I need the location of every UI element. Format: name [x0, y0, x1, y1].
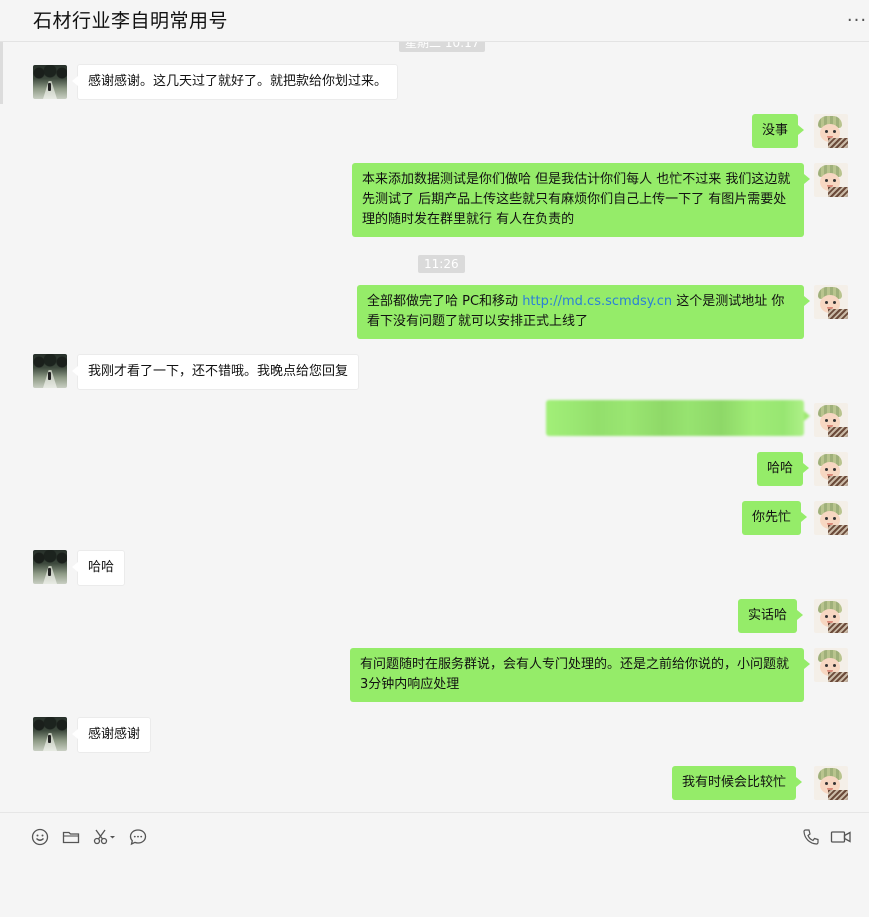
- my-avatar[interactable]: [814, 163, 848, 197]
- message-text: 全部都做完了哈 PC和移动: [367, 294, 523, 309]
- my-avatar[interactable]: [814, 285, 848, 319]
- friend-avatar[interactable]: [33, 65, 67, 99]
- message-bubble-me[interactable]: 全部都做完了哈 PC和移动 http://md.cs.scmdsy.cn 这个是…: [357, 285, 810, 339]
- message-bubble-me[interactable]: 哈哈: [757, 452, 810, 486]
- chat-history-icon[interactable]: [128, 827, 148, 847]
- more-options-icon[interactable]: ···: [845, 10, 869, 31]
- message-bubble-me[interactable]: 本来添加数据测试是你们做哈 但是我估计你们每人 也忙不过来 我们这边就先测试了 …: [352, 163, 810, 237]
- timestamp: 星期二 10:17: [399, 42, 486, 52]
- my-avatar[interactable]: [814, 766, 848, 800]
- message-link[interactable]: http://md.cs.scmdsy.cn: [522, 294, 672, 309]
- message-bubble-me[interactable]: 实话哈: [738, 599, 804, 633]
- phone-icon[interactable]: [801, 827, 821, 847]
- scrollbar-thumb[interactable]: [0, 42, 3, 104]
- message-bubble-me[interactable]: 有问题随时在服务群说，会有人专门处理的。还是之前给你说的，小问题就3分钟内响应处…: [350, 648, 810, 702]
- message-bubble-me[interactable]: 没事: [752, 114, 805, 148]
- friend-avatar[interactable]: [33, 717, 67, 751]
- message-bubble-me[interactable]: 你先忙: [742, 501, 808, 535]
- video-icon[interactable]: [830, 827, 852, 847]
- message-list[interactable]: 星期二 10:17 感谢感谢。这几天过了就好了。就把款给你划过来。 没事 本来添…: [0, 42, 869, 812]
- friend-avatar[interactable]: [33, 354, 67, 388]
- chat-title: 石材行业李自明常用号: [33, 10, 229, 32]
- timestamp: 11:26: [418, 255, 465, 273]
- message-bubble-friend[interactable]: 哈哈: [71, 550, 126, 586]
- my-avatar[interactable]: [814, 599, 848, 633]
- scissors-icon[interactable]: [91, 827, 117, 847]
- message-bubble-friend[interactable]: 我刚才看了一下，还不错哦。我晚点给您回复: [71, 354, 360, 390]
- my-avatar[interactable]: [814, 648, 848, 682]
- message-bubble-friend[interactable]: 感谢感谢。这几天过了就好了。就把款给你划过来。: [71, 64, 399, 100]
- friend-avatar[interactable]: [33, 550, 67, 584]
- message-bubble-me[interactable]: 我有时候会比较忙: [672, 766, 803, 800]
- emoji-icon[interactable]: [30, 827, 50, 847]
- input-toolbar: [0, 812, 869, 860]
- message-bubble-friend[interactable]: 感谢感谢: [71, 717, 152, 753]
- my-avatar[interactable]: [814, 452, 848, 486]
- message-input[interactable]: [0, 860, 869, 917]
- chat-header: 石材行业李自明常用号 ···: [0, 0, 869, 42]
- my-avatar[interactable]: [814, 403, 848, 437]
- folder-icon[interactable]: [61, 827, 81, 847]
- redacted-message-bubble[interactable]: [546, 400, 810, 436]
- my-avatar[interactable]: [814, 114, 848, 148]
- my-avatar[interactable]: [814, 501, 848, 535]
